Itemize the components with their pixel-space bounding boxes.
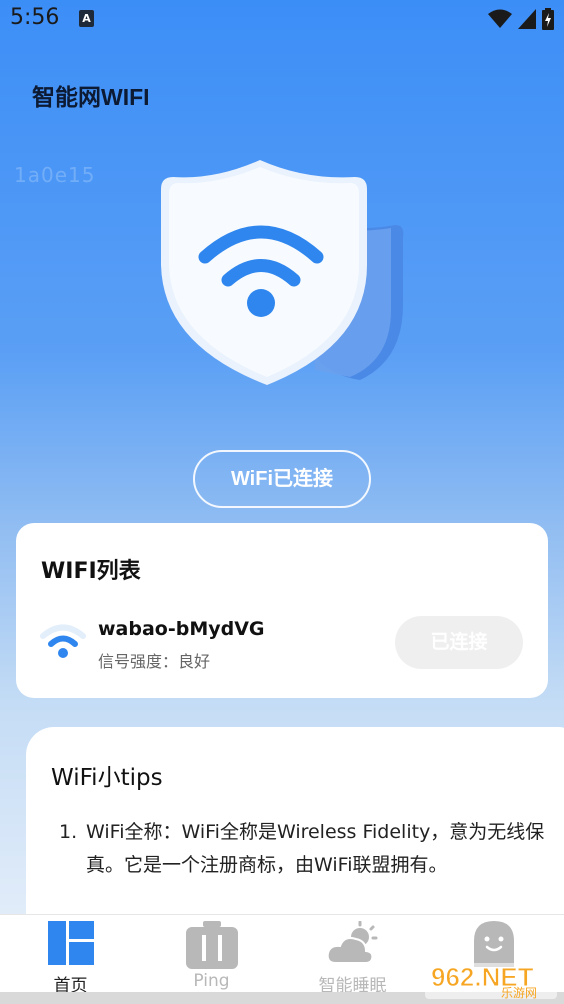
home-grid-icon <box>47 921 94 965</box>
tab-smart-sleep[interactable]: 智能睡眠 <box>282 915 423 996</box>
wifi-signal-icon <box>488 9 512 28</box>
status-icons <box>488 7 554 31</box>
wifi-icon <box>40 624 86 658</box>
tips-title: WiFi小tips <box>51 765 163 791</box>
app-title: 智能网WIFI <box>32 84 150 110</box>
status-time: 5:56 <box>10 5 60 30</box>
device-id: 1a0e15 <box>14 163 96 187</box>
tab-ping[interactable]: Ping <box>141 915 282 993</box>
wifi-list-title: WIFI列表 <box>41 559 141 584</box>
network-strength: 信号强度：良好 <box>98 652 211 671</box>
battery-icon <box>542 8 554 30</box>
status-bar: 5:56 A <box>0 0 564 38</box>
network-ssid: wabao-bMydVG <box>98 618 265 640</box>
cloud-sun-icon <box>326 921 377 964</box>
notification-icon: A <box>79 10 94 27</box>
watermark-logo: 962.NET 乐游网 <box>425 962 557 999</box>
connected-button[interactable]: 已连接 <box>395 616 523 669</box>
connection-status-button[interactable]: WiFi已连接 <box>193 450 371 508</box>
watermark-subtext: 乐游网 <box>501 986 537 999</box>
tip-number: 1. <box>59 821 78 843</box>
wifi-list-card: WIFI列表 wabao-bMydVG 信号强度：良好 已连接 <box>16 523 548 698</box>
wifi-shield-icon <box>161 160 404 385</box>
tip-text: WiFi全称：WiFi全称是Wireless Fidelity，意为无线保真。它… <box>86 821 545 876</box>
tip-item: 1. WiFi全称：WiFi全称是Wireless Fidelity，意为无线保… <box>59 816 549 882</box>
toolbox-icon <box>185 921 238 969</box>
tab-label: Ping <box>193 971 230 991</box>
tab-home[interactable]: 首页 <box>0 915 141 996</box>
cell-signal-icon <box>518 9 536 29</box>
